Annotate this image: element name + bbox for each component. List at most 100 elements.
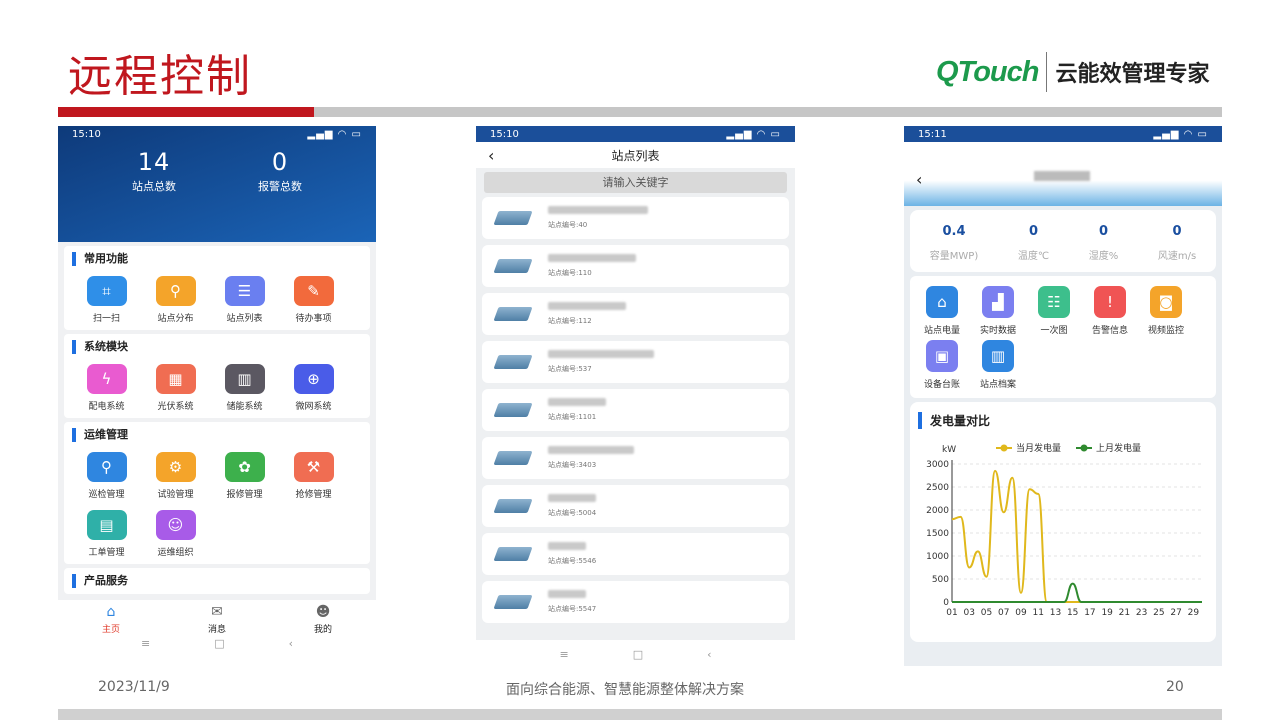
function-warning[interactable]: ! 告警信息 [1082,286,1138,336]
section-card: 运维管理 ⚲ 巡检管理 ⚙ 试验管理 ✿ 报修管理 ⚒ 抢修管理 ▤ 工单管理 ☺ 运维组织 [64,422,370,564]
x-tick-label: 27 [1170,608,1181,618]
function-grid: ⌂ 站点电量 ▟ 实时数据 ☷ 一次图! 告警信息 ◙ 视频监控 ▣ 设备台账 ▥ 站点档案 [914,282,1212,390]
site-list-item[interactable]: 站点编号:3403 [482,437,789,479]
module-scan[interactable]: ⌗ 扫一扫 [72,276,141,324]
x-tick-label: 17 [1084,608,1095,618]
x-tick-label: 15 [1067,608,1078,618]
ledger-icon: ▣ [926,340,958,372]
tab-profile[interactable]: ☻ 我的 [314,600,332,635]
site-info: 站点编号:1101 [548,398,606,422]
home-nav-icon[interactable]: □ [633,648,643,661]
function-camera[interactable]: ◙ 视频监控 [1138,286,1194,336]
status-icons: ▂▄▆ ◠ ▭ [726,128,781,140]
system-nav-bar-2: ≡ □ ‹ [476,640,795,668]
back-icon[interactable]: ‹ [916,170,922,189]
brand-tagline: 云能效管理专家 [1055,62,1210,87]
chart-title: 发电量对比 [918,412,990,429]
site-metrics: 0.4 容量MWP) 0 温度℃ 0 湿度% 0 风速m/s [910,210,1216,272]
legend-label: 当月发电量 [1016,442,1061,454]
section-title: 常用功能 [72,252,362,266]
site-list-item[interactable]: 站点编号:537 [482,341,789,383]
module-label: 扫一扫 [92,314,120,324]
station-thumbnail [490,299,538,329]
stat-sites[interactable]: 14 站点总数 [94,148,214,194]
x-tick-label: 25 [1153,608,1164,618]
function-menu: ⌂ 站点电量 ▟ 实时数据 ☷ 一次图! 告警信息 ◙ 视频监控 ▣ 设备台账 ▥ 站点档案 [910,276,1216,398]
x-tick-label: 19 [1101,608,1113,618]
module-map[interactable]: ⚲ 站点分布 [141,276,210,324]
station-thumbnail [490,587,538,617]
storage-icon: ▥ [224,364,265,394]
module-patrol[interactable]: ⚲ 巡检管理 [72,452,141,500]
station-thumbnail [490,395,538,425]
search-input[interactable]: 请输入关键字 [484,172,787,193]
metric-value: 0 [1028,224,1038,239]
function-archive[interactable]: ▥ 站点档案 [970,340,1026,390]
module-repair[interactable]: ✿ 报修管理 [210,452,279,500]
site-list-item[interactable]: 站点编号:5004 [482,485,789,527]
metric-label: 湿度% [1088,251,1119,262]
module-toolbox[interactable]: ⚒ 抢修管理 [279,452,348,500]
module-list[interactable]: ☰ 站点列表 [210,276,279,324]
section-grid: ϟ 配电系统 ▦ 光伏系统 ▥ 储能系统 ⊕ 微网系统 [72,354,362,412]
status-time: 15:10 [490,128,519,140]
stat-sites-label: 站点总数 [132,180,176,193]
y-tick-label: 0 [943,598,949,608]
function-diagram[interactable]: ☷ 一次图 [1026,286,1082,336]
function-chart[interactable]: ▟ 实时数据 [970,286,1026,336]
status-icons: ▂▄▆ ◠ ▭ [1153,128,1208,140]
metric: 0 温度℃ [1018,224,1049,272]
home-icon: ⌂ [106,604,116,620]
site-list-item[interactable]: 站点编号:5547 [482,581,789,623]
logo-divider [1046,52,1048,92]
station-thumbnail [490,443,538,473]
detail-header: ‹ [904,142,1222,206]
function-station[interactable]: ⌂ 站点电量 [914,286,970,336]
status-time: 15:10 [72,128,101,140]
site-name-blurred [548,542,586,550]
back-nav-icon[interactable]: ‹ [707,648,711,661]
home-nav-icon[interactable]: □ [214,637,224,650]
site-list-item[interactable]: 站点编号:110 [482,245,789,287]
site-code: 站点编号:3403 [548,461,597,469]
tab-messages[interactable]: ✉ 消息 [208,600,226,635]
generation-chart-card: 发电量对比 kW 0 500 1000 1500 2000 2500 3000 01 03 05 07… [910,402,1216,642]
site-list: 站点编号:40 站点编号:110 站点编号:112 站点编号:537 站点编号:1101… [476,197,795,623]
function-label: 站点电量 [923,326,960,336]
legend-marker [1080,444,1088,452]
site-list-item[interactable]: 站点编号:5546 [482,533,789,575]
module-workorder[interactable]: ▤ 工单管理 [72,510,141,558]
function-ledger[interactable]: ▣ 设备台账 [914,340,970,390]
module-power[interactable]: ϟ 配电系统 [72,364,141,412]
module-label: 站点分布 [157,314,194,324]
metric-value: 0 [1098,224,1108,239]
section-card: 产品服务 [64,568,370,594]
site-list-item[interactable]: 站点编号:1101 [482,389,789,431]
camera-icon: ◙ [1150,286,1182,318]
back-icon[interactable]: ‹ [488,146,494,165]
test-icon: ⚙ [155,452,196,482]
module-globe[interactable]: ⊕ 微网系统 [279,364,348,412]
module-todo[interactable]: ✎ 待办事项 [279,276,348,324]
power-icon: ϟ [86,364,127,394]
back-nav-icon[interactable]: ‹ [289,637,293,650]
metric: 0 湿度% [1089,224,1119,272]
station-thumbnail [490,203,538,233]
menu-nav-icon[interactable]: ≡ [559,648,568,661]
menu-nav-icon[interactable]: ≡ [141,637,150,650]
site-info: 站点编号:112 [548,302,626,326]
module-team[interactable]: ☺ 运维组织 [141,510,210,558]
site-list-item[interactable]: 站点编号:112 [482,293,789,335]
workorder-icon: ▤ [86,510,127,540]
site-list-item[interactable]: 站点编号:40 [482,197,789,239]
module-storage[interactable]: ▥ 储能系统 [210,364,279,412]
module-label: 试验管理 [157,490,194,500]
function-label: 站点档案 [979,380,1016,390]
tab-home[interactable]: ⌂ 主页 [102,600,120,635]
module-solar[interactable]: ▦ 光伏系统 [141,364,210,412]
site-info: 站点编号:537 [548,350,654,374]
x-tick-label: 11 [1032,608,1043,618]
module-test[interactable]: ⚙ 试验管理 [141,452,210,500]
stat-alarms[interactable]: 0 报警总数 [220,148,340,194]
site-info: 站点编号:5546 [548,542,596,566]
